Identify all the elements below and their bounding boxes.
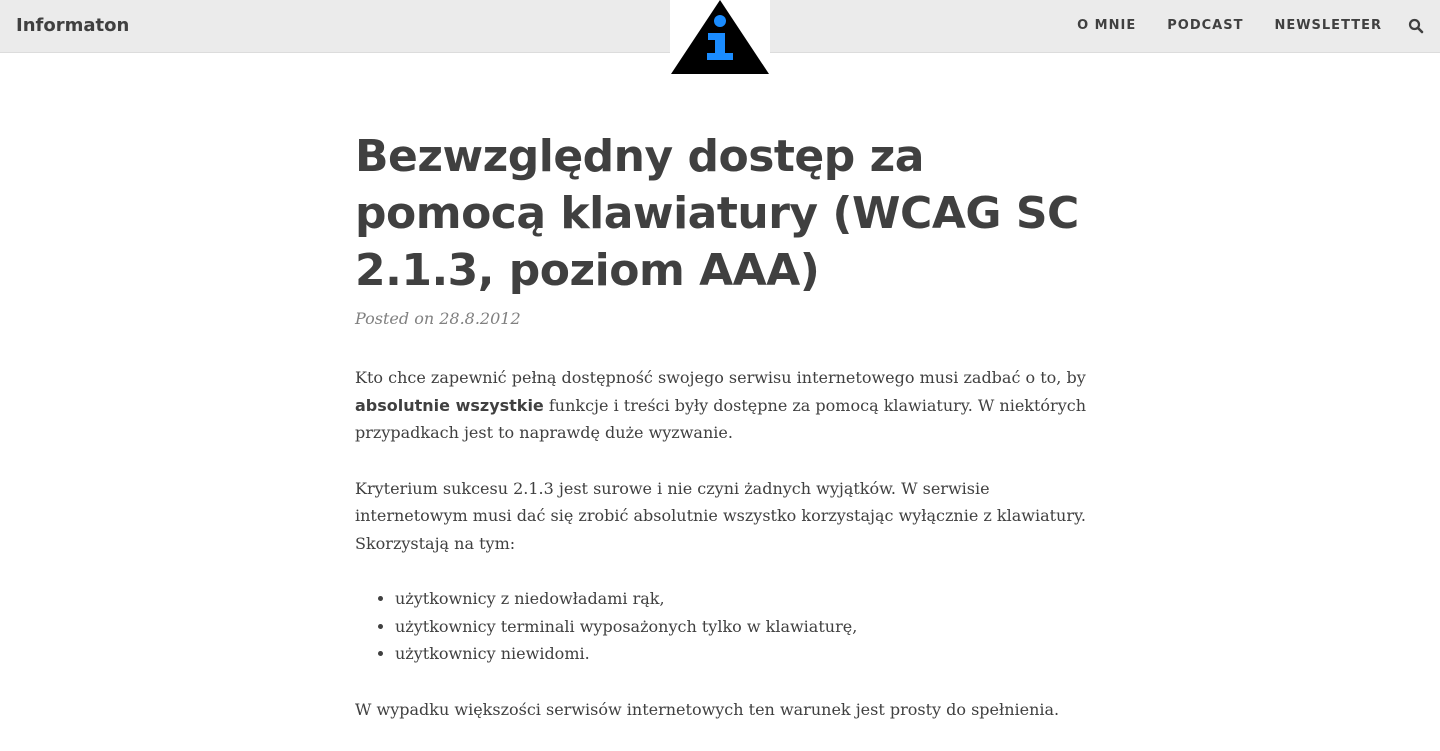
paragraph-criterion: Kryterium sukcesu 2.1.3 jest surowe i ni… <box>355 478 1086 553</box>
nav-item-podcast[interactable]: PODCAST <box>1167 0 1243 52</box>
emphasis-absolutnie-wszystkie: absolutnie wszystkie <box>355 395 544 415</box>
search-button[interactable] <box>1408 18 1424 34</box>
top-navbar: Informaton O MNIE PODCAST NEWSLETTER <box>0 0 1440 75</box>
nav-item-newsletter[interactable]: NEWSLETTER <box>1274 0 1382 52</box>
info-warning-triangle-icon <box>671 0 769 74</box>
nav-item-o-mnie[interactable]: O MNIE <box>1077 0 1136 52</box>
paragraph-conclusion: W wypadku większości serwisów internetow… <box>355 699 1060 719</box>
list-item: użytkownicy z niedowładami rąk, <box>395 585 1095 613</box>
article: Bezwzględny dostęp za pomocą klawiatury … <box>355 128 1095 751</box>
list-item: użytkownicy niewidomi. <box>395 640 1095 668</box>
paragraph-intro: Kto chce zapewnić pełną dostępność swoje… <box>355 364 1095 447</box>
paragraph-intro-start: Kto chce zapewnić pełną dostępność swoje… <box>355 368 1086 387</box>
post-date: Posted on 28.8.2012 <box>355 309 521 328</box>
site-logo[interactable] <box>670 0 770 75</box>
post-title: Bezwzględny dostęp za pomocą klawiatury … <box>355 131 1079 296</box>
site-brand-link[interactable]: Informaton <box>16 0 129 52</box>
main-nav: O MNIE PODCAST NEWSLETTER <box>1077 0 1382 52</box>
search-icon <box>1408 18 1424 34</box>
post-body: Kto chce zapewnić pełną dostępność swoje… <box>355 364 1095 723</box>
beneficiaries-list: użytkownicy z niedowładami rąk, użytkown… <box>355 585 1095 668</box>
list-item: użytkownicy terminali wyposażonych tylko… <box>395 613 1095 641</box>
